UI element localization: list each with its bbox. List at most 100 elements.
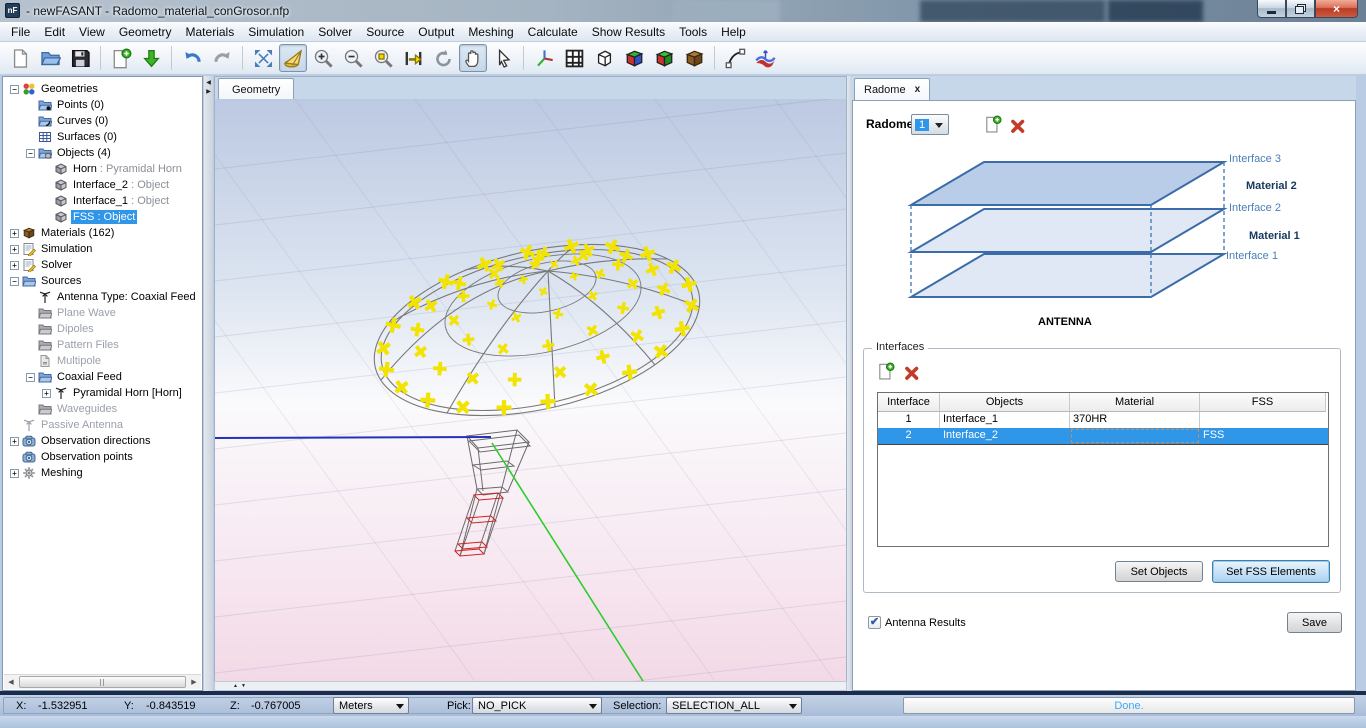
tree-item-curves-0[interactable]: Curves (0): [4, 113, 201, 129]
pan-view-button[interactable]: [459, 44, 487, 72]
set-fss-elements-button[interactable]: Set FSS Elements: [1212, 560, 1330, 583]
close-button[interactable]: ×: [1315, 0, 1358, 18]
cell-material[interactable]: [1070, 428, 1200, 444]
menu-solver[interactable]: Solver: [311, 23, 359, 41]
tree-item-coaxial-feed[interactable]: −Coaxial Feed: [4, 369, 201, 385]
tree-item-antenna-type-coaxial-feed[interactable]: Antenna Type: Coaxial Feed: [4, 289, 201, 305]
menu-tools[interactable]: Tools: [672, 23, 714, 41]
tree-item-points-0[interactable]: Points (0): [4, 97, 201, 113]
tree-horizontal-scrollbar[interactable]: ◀ ▶: [4, 674, 201, 689]
tree-item-pyramidal-horn-horn[interactable]: +Pyramidal Horn [Horn]: [4, 385, 201, 401]
menu-file[interactable]: File: [4, 23, 37, 41]
selection-select[interactable]: SELECTION_ALL: [666, 697, 802, 714]
tree-viewport-splitter[interactable]: ◀▶: [204, 76, 213, 691]
tree-item-waveguides[interactable]: Waveguides: [4, 401, 201, 417]
table-row-interface-1[interactable]: 1Interface_1370HR: [878, 412, 1328, 428]
interfaces-table[interactable]: InterfaceObjectsMaterialFSS1Interface_13…: [877, 392, 1329, 547]
pan-step-button[interactable]: [399, 44, 427, 72]
menu-calculate[interactable]: Calculate: [521, 23, 585, 41]
cell-objects[interactable]: Interface_1: [940, 412, 1070, 428]
curvature-tool-button[interactable]: [721, 44, 749, 72]
menu-simulation[interactable]: Simulation: [241, 23, 311, 41]
pick-select[interactable]: NO_PICK: [472, 697, 602, 714]
new-file-button[interactable]: [6, 44, 34, 72]
radomes-select[interactable]: 1: [911, 114, 949, 135]
tree-item-pattern-files[interactable]: Pattern Files: [4, 337, 201, 353]
menu-geometry[interactable]: Geometry: [112, 23, 179, 41]
collapse-icon[interactable]: −: [24, 145, 37, 161]
delete-radome-button[interactable]: [1009, 117, 1027, 135]
add-radome-button[interactable]: [984, 115, 1002, 133]
tree-item-passive-antenna[interactable]: Passive Antenna: [4, 417, 201, 433]
cell-material[interactable]: 370HR: [1070, 412, 1200, 428]
title-bar[interactable]: nF - newFASANT - Radomo_material_conGros…: [0, 0, 1366, 22]
tab-close-icon[interactable]: x: [915, 84, 921, 95]
show-grid-button[interactable]: [560, 44, 588, 72]
tree-item-geometries[interactable]: −Geometries: [4, 81, 201, 97]
tree-item-horn[interactable]: Horn : Pyramidal Horn: [4, 161, 201, 177]
collapse-icon[interactable]: −: [8, 273, 21, 289]
viewport-bottom-splitter[interactable]: ▲▼: [214, 681, 847, 691]
tree-item-surfaces-0[interactable]: Surfaces (0): [4, 129, 201, 145]
antenna-results-checkbox[interactable]: ✔: [868, 616, 881, 629]
perspective-view-button[interactable]: [279, 44, 307, 72]
rotate-view-button[interactable]: [429, 44, 457, 72]
tree-item-observation-directions[interactable]: +Observation directions: [4, 433, 201, 449]
cell-fss[interactable]: [1200, 412, 1326, 428]
import-button[interactable]: [137, 44, 165, 72]
undo-button[interactable]: [178, 44, 206, 72]
expand-icon[interactable]: +: [8, 465, 21, 481]
column-header-fss[interactable]: FSS: [1200, 393, 1326, 412]
show-axes-button[interactable]: [530, 44, 558, 72]
tree-item-interface-2[interactable]: Interface_2 : Object: [4, 177, 201, 193]
menu-edit[interactable]: Edit: [37, 23, 72, 41]
restore-button[interactable]: [1286, 0, 1315, 18]
scroll-right-arrow[interactable]: ▶: [187, 675, 201, 689]
menu-output[interactable]: Output: [411, 23, 461, 41]
tree-item-plane-wave[interactable]: Plane Wave: [4, 305, 201, 321]
pattern-tool-button[interactable]: [751, 44, 779, 72]
tree-item-multipole[interactable]: Multipole: [4, 353, 201, 369]
tab-geometry[interactable]: Geometry: [218, 78, 294, 100]
expand-icon[interactable]: +: [8, 241, 21, 257]
minimize-button[interactable]: [1257, 0, 1286, 18]
units-select[interactable]: Meters: [333, 697, 409, 714]
set-objects-button[interactable]: Set Objects: [1115, 561, 1203, 582]
zoom-in-button[interactable]: [309, 44, 337, 72]
cell-objects[interactable]: Interface_2: [940, 428, 1070, 444]
zoom-fit-button[interactable]: [249, 44, 277, 72]
zoom-out-button[interactable]: [339, 44, 367, 72]
save-file-button[interactable]: [66, 44, 94, 72]
scrollbar-thumb[interactable]: [19, 676, 186, 688]
add-interface-button[interactable]: [877, 362, 895, 380]
save-button[interactable]: Save: [1287, 612, 1342, 633]
solid-view-button[interactable]: [620, 44, 648, 72]
delete-interface-button[interactable]: [903, 364, 921, 382]
expand-icon[interactable]: +: [8, 225, 21, 241]
tree-item-observation-points[interactable]: Observation points: [4, 449, 201, 465]
column-header-material[interactable]: Material: [1070, 393, 1200, 412]
collapse-icon[interactable]: −: [8, 81, 21, 97]
tree-item-simulation[interactable]: +Simulation: [4, 241, 201, 257]
select-tool-button[interactable]: [489, 44, 517, 72]
cell-fss[interactable]: FSS: [1200, 428, 1326, 444]
open-file-button[interactable]: [36, 44, 64, 72]
new-item-button[interactable]: [107, 44, 135, 72]
tree-item-interface-1[interactable]: Interface_1 : Object: [4, 193, 201, 209]
expand-icon[interactable]: +: [8, 433, 21, 449]
tree-item-sources[interactable]: −Sources: [4, 273, 201, 289]
viewport-3d-canvas[interactable]: [214, 99, 847, 681]
tree-item-fss-object[interactable]: FSS : Object: [4, 209, 201, 225]
tree-item-solver[interactable]: +Solver: [4, 257, 201, 273]
zoom-window-button[interactable]: [369, 44, 397, 72]
menu-source[interactable]: Source: [359, 23, 411, 41]
cell-interface[interactable]: 1: [878, 412, 940, 428]
tree-item-meshing[interactable]: +Meshing: [4, 465, 201, 481]
column-header-objects[interactable]: Objects: [940, 393, 1070, 412]
redo-button[interactable]: [208, 44, 236, 72]
menu-show-results[interactable]: Show Results: [585, 23, 672, 41]
scroll-left-arrow[interactable]: ◀: [4, 675, 18, 689]
menu-materials[interactable]: Materials: [179, 23, 242, 41]
tab-radome[interactable]: Radome x: [854, 78, 930, 100]
flat-view-button[interactable]: [650, 44, 678, 72]
